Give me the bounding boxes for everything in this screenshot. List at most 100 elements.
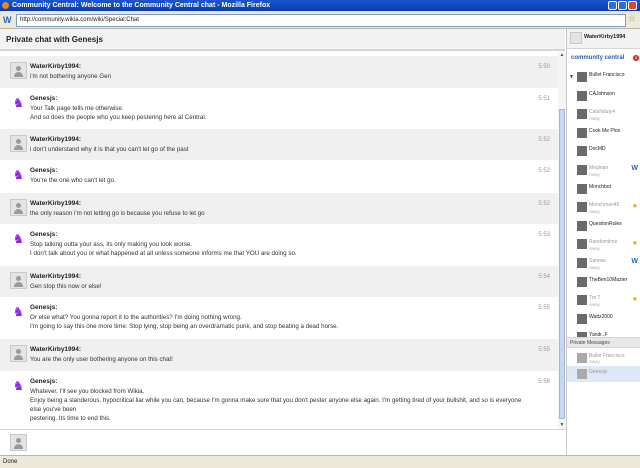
current-user[interactable]: WaterKirby1994	[567, 29, 640, 49]
message-line: And so does the people who you keep pest…	[30, 114, 207, 121]
user-list-item[interactable]: Sannse Away W	[567, 255, 640, 273]
message-body: the only reason i'm not letting go is be…	[30, 209, 530, 218]
chat-moderator-star-icon: ★	[631, 240, 638, 248]
maximize-button[interactable]	[618, 1, 627, 10]
message-body: Whatever. I'll see you blocked from Wiki…	[30, 387, 530, 423]
message-timestamp: 5:50	[538, 64, 550, 70]
avatar[interactable]: ♞	[10, 377, 27, 394]
user-status: Away	[589, 246, 600, 252]
avatar[interactable]	[10, 272, 27, 289]
avatar[interactable]	[10, 199, 27, 216]
message-timestamp: 5:56	[538, 379, 550, 385]
avatar	[577, 72, 587, 82]
staff-badge-icon: W	[631, 258, 638, 265]
avatar[interactable]: ♞	[10, 166, 27, 183]
private-message-item[interactable]: Genesjs	[567, 366, 640, 382]
scroll-up-arrow-icon[interactable]: ▲	[558, 51, 566, 59]
status-bar: Done	[0, 455, 640, 468]
user-list-item[interactable]: Monchbot	[567, 181, 640, 199]
user-status: Away	[589, 116, 600, 122]
message-author[interactable]: WaterKirby1994:	[30, 63, 81, 70]
user-list-item[interactable]: Tm T Away ★	[567, 292, 640, 310]
message-timestamp: 5:54	[538, 274, 550, 280]
message-line: Whatever. I'll see you blocked from Wiki…	[30, 388, 145, 395]
message-line: You're the one who can't let go.	[30, 177, 116, 184]
wiki-logo[interactable]: community central 2	[571, 55, 639, 61]
avatar[interactable]: ♞	[10, 230, 27, 247]
notification-badge[interactable]: 2	[633, 55, 639, 61]
user-status: Away	[589, 209, 600, 215]
message-line: pestering. Its time to end this.	[30, 415, 111, 422]
chat-moderator-star-icon: ★	[631, 203, 638, 211]
chat-input-area[interactable]	[0, 429, 566, 455]
message-line: Enjoy being a slanderous, hypocritical l…	[30, 397, 522, 413]
user-list-item[interactable]: Monchman45 Away ★	[567, 199, 640, 217]
avatar	[577, 258, 587, 268]
message-author[interactable]: Genesjs:	[30, 378, 57, 385]
current-user-name: WaterKirby1994	[584, 34, 626, 40]
message-author[interactable]: Genesjs:	[30, 231, 57, 238]
chat-scrollbar[interactable]: ▲ ▼	[558, 51, 566, 429]
user-list-item[interactable]: Randomtime Away ★	[567, 236, 640, 254]
message-author[interactable]: WaterKirby1994:	[30, 346, 81, 353]
message-timestamp: 5:55	[538, 347, 550, 353]
chat-moderator-star-icon: ★	[631, 296, 638, 304]
chat-message: ♞ Genesjs: You're the one who can't let go…	[0, 160, 558, 193]
message-body: i'm not bothering anyone Gen	[30, 72, 530, 81]
avatar[interactable]: ♞	[10, 94, 27, 111]
chat-message: WaterKirby1994: i'm not bothering anyone …	[0, 56, 558, 88]
wiki-logo-text: community central	[571, 55, 625, 61]
avatar[interactable]	[10, 62, 27, 79]
avatar	[577, 220, 587, 231]
avatar	[577, 313, 587, 324]
chat-message: WaterKirby1994: You are the only user bot…	[0, 339, 558, 371]
user-list-item[interactable]: QuestionRules	[567, 218, 640, 236]
address-bar[interactable]: http://community.wikia.com/wiki/Special:…	[16, 14, 626, 27]
avatar	[577, 295, 587, 306]
avatar	[577, 127, 587, 138]
user-list-item[interactable]: Cook Me Plox	[567, 125, 640, 143]
wikia-favicon-icon: W	[3, 15, 12, 25]
message-line: Or else what? You gonna report it to the…	[30, 314, 242, 321]
user-name: Sannse	[589, 258, 606, 264]
message-author[interactable]: Genesjs:	[30, 95, 57, 102]
user-status: Away	[589, 265, 600, 270]
user-name: Monchman45	[589, 202, 620, 209]
user-status: Away	[589, 172, 600, 177]
avatar	[577, 239, 587, 250]
avatar	[577, 276, 587, 287]
message-line: Stop talking outta your ass, its only ma…	[30, 241, 192, 248]
user-list-item[interactable]: Meginan Away W	[567, 162, 640, 180]
message-author[interactable]: WaterKirby1994:	[30, 136, 81, 143]
minimize-button[interactable]	[608, 1, 617, 10]
user-list-item[interactable]: Wattz2000	[567, 311, 640, 329]
bookmark-star-icon[interactable]: ☆	[628, 13, 636, 24]
avatar	[577, 146, 587, 157]
message-author[interactable]: Genesjs:	[30, 167, 57, 174]
message-author[interactable]: WaterKirby1994:	[30, 273, 81, 280]
message-line: I'm going to say this one more time: Sto…	[30, 323, 339, 330]
user-list-item[interactable]: Bullet Francisco	[567, 69, 640, 87]
avatar	[577, 165, 587, 175]
message-author[interactable]: Genesjs:	[30, 304, 57, 311]
avatar	[577, 353, 587, 363]
scrollbar-thumb[interactable]	[559, 109, 565, 419]
message-timestamp: 5:52	[538, 201, 550, 207]
user-list-item[interactable]: TheBen10Mazter	[567, 274, 640, 292]
private-messages-header: Private Messages	[567, 337, 640, 348]
message-author[interactable]: WaterKirby1994:	[30, 200, 81, 207]
user-status: Away	[589, 359, 600, 364]
avatar[interactable]	[10, 345, 27, 362]
user-name: Monchbot	[589, 183, 611, 190]
user-list-item[interactable]: CatsNduty4 Away	[567, 106, 640, 124]
close-button[interactable]	[628, 1, 637, 10]
private-message-item[interactable]: Bullet Francisco Away	[567, 350, 640, 366]
window-titlebar: Community Central: Welcome to the Commun…	[0, 0, 640, 11]
avatar[interactable]: ♞	[10, 303, 27, 320]
scroll-down-arrow-icon[interactable]: ▼	[558, 421, 566, 429]
navigation-toolbar: W http://community.wikia.com/wiki/Specia…	[0, 11, 640, 29]
avatar[interactable]	[10, 135, 27, 152]
user-list-item[interactable]: CAJohnson	[567, 88, 640, 106]
user-name: Randomtime	[589, 239, 618, 246]
user-list-item[interactable]: DocMD	[567, 143, 640, 161]
